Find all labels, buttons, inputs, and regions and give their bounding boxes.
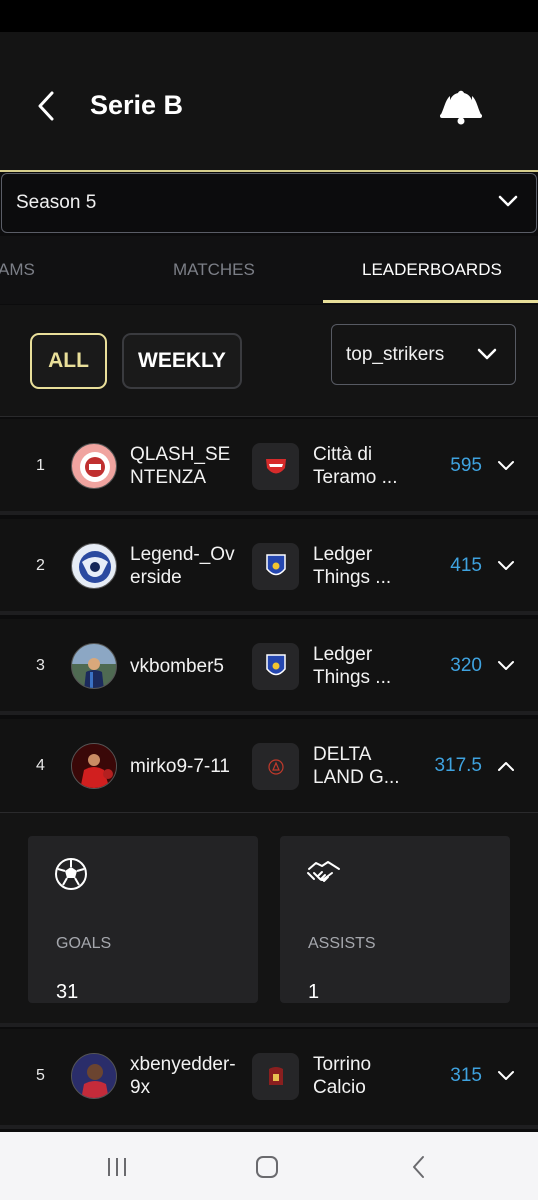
rank: 3	[36, 657, 45, 674]
app-header: Serie B	[0, 32, 538, 172]
score: 315	[450, 1065, 482, 1086]
club-name: Torrino Calcio	[313, 1054, 372, 1098]
club-name: Città di Teramo ...	[313, 444, 398, 488]
club-logo	[252, 443, 299, 490]
recent-apps-button[interactable]	[100, 1150, 134, 1184]
leaderboard-row[interactable]: 3 vkbomber5 Ledger Things ... 320	[0, 619, 538, 715]
chevron-left-icon	[38, 91, 54, 121]
leaderboard-row-expanded[interactable]: 4 mirko9-7-11 DELTA LAND G... 317.5	[0, 719, 538, 813]
leaderboard-row[interactable]: 1 QLASH_SENTENZA Città di Teramo ... 595	[0, 419, 538, 515]
club-name: DELTA LAND G...	[313, 744, 400, 788]
rank: 4	[36, 757, 45, 774]
home-icon	[256, 1156, 278, 1178]
category-dropdown[interactable]: top_strikers	[331, 324, 516, 385]
chevron-down-icon[interactable]	[496, 559, 516, 573]
page-title: Serie B	[90, 90, 184, 120]
chevron-up-icon[interactable]	[496, 759, 516, 773]
assists-value: 1	[308, 981, 320, 1003]
player-name: xbenyedder-9x	[130, 1054, 236, 1098]
score: 320	[450, 655, 482, 676]
chevron-down-icon[interactable]	[496, 659, 516, 673]
avatar	[71, 743, 117, 789]
player-name: QLASH_SENTENZA	[130, 444, 231, 488]
chevron-down-icon[interactable]	[496, 1069, 516, 1083]
active-tab-indicator	[323, 300, 538, 303]
handshake-icon	[307, 861, 340, 882]
club-logo	[252, 543, 299, 590]
avatar	[71, 1053, 117, 1099]
notifications-button[interactable]	[436, 84, 486, 128]
tab-teams[interactable]: AMS	[0, 236, 35, 304]
chevron-down-icon	[477, 348, 497, 360]
filter-all-button[interactable]: ALL	[30, 333, 107, 389]
goals-card: GOALS 31	[28, 836, 258, 1003]
home-button[interactable]	[250, 1150, 284, 1184]
rank: 2	[36, 557, 45, 574]
player-name: Legend-_Overside	[130, 544, 235, 588]
player-stats-panel: GOALS 31 ASSISTS 1	[0, 813, 538, 1027]
player-name: mirko9-7-11	[130, 756, 230, 777]
club-logo	[252, 743, 299, 790]
club-name: Ledger Things ...	[313, 544, 392, 588]
season-select[interactable]: Season 5	[1, 173, 537, 233]
tab-leaderboards[interactable]: LEADERBOARDS	[362, 236, 502, 304]
goals-label: GOALS	[56, 935, 112, 952]
back-icon	[413, 1156, 424, 1178]
category-dropdown-value: top_strikers	[346, 343, 445, 365]
club-name: Ledger Things ...	[313, 644, 392, 688]
assists-label: ASSISTS	[308, 935, 376, 952]
player-name: vkbomber5	[130, 656, 224, 677]
back-button[interactable]	[30, 86, 62, 126]
club-logo	[252, 1053, 299, 1100]
bells-icon	[440, 90, 482, 125]
score: 317.5	[434, 755, 482, 776]
season-select-value: Season 5	[16, 192, 97, 213]
leaderboard-row[interactable]: 5 xbenyedder-9x Torrino Calcio 315	[0, 1029, 538, 1129]
recent-apps-icon	[108, 1158, 126, 1176]
soccer-ball-icon	[55, 858, 87, 890]
assists-card: ASSISTS 1	[280, 836, 510, 1003]
score: 415	[450, 555, 482, 576]
goals-value: 31	[56, 981, 79, 1003]
tab-bar: AMS MATCHES LEADERBOARDS	[0, 236, 538, 304]
rank: 5	[36, 1067, 45, 1084]
chevron-down-icon[interactable]	[496, 459, 516, 473]
filter-weekly-button[interactable]: WEEKLY	[122, 333, 242, 389]
avatar	[71, 443, 117, 489]
leaderboard-row[interactable]: 2 Legend-_Overside Ledger Things ... 415	[0, 519, 538, 615]
score: 595	[450, 455, 482, 476]
filter-bar: ALL WEEKLY top_strikers	[0, 305, 538, 417]
chevron-down-icon	[498, 195, 518, 207]
club-logo	[252, 643, 299, 690]
system-nav-bar	[0, 1132, 538, 1200]
system-back-button[interactable]	[402, 1150, 436, 1184]
status-bar	[0, 0, 538, 32]
avatar	[71, 643, 117, 689]
rank: 1	[36, 457, 45, 474]
tab-matches[interactable]: MATCHES	[173, 236, 255, 304]
avatar	[71, 543, 117, 589]
